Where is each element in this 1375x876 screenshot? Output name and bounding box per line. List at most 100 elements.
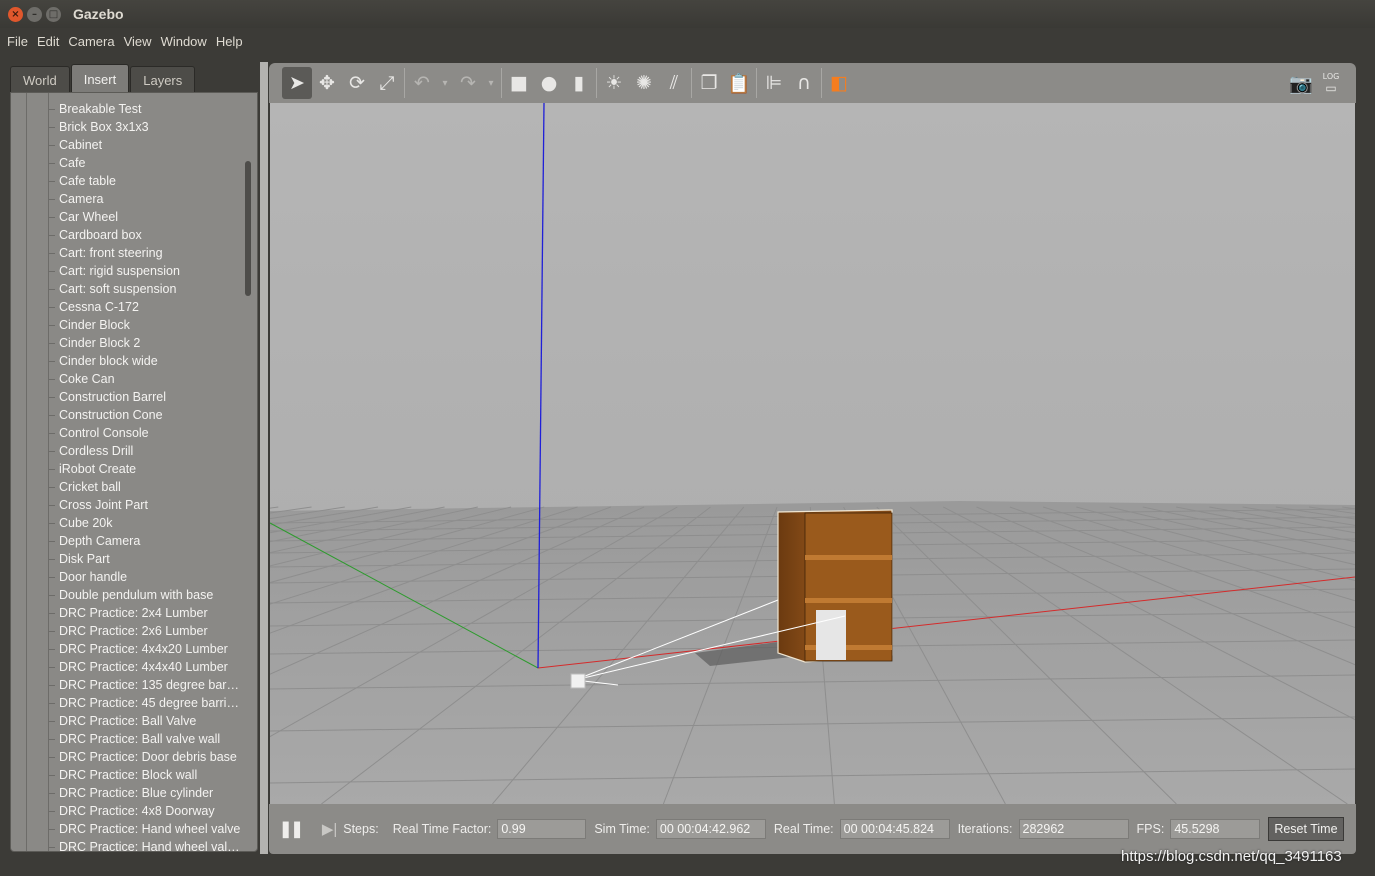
model-list-item[interactable]: Cart: front steering	[11, 244, 241, 262]
real-time-value: 00 00:04:45.824	[839, 819, 950, 839]
watermark: https://blog.csdn.net/qq_3491163	[1121, 848, 1342, 865]
model-list-item[interactable]: DRC Practice: 2x4 Lumber	[11, 604, 241, 622]
copy-icon[interactable]: ❐	[694, 67, 724, 99]
model-list[interactable]: Breakable Test Brick Box 3x1x3 Cabinet Cafe…	[10, 92, 258, 852]
rtf-value: 0.99	[497, 819, 587, 839]
redo-history-icon[interactable]: ▾	[483, 67, 499, 99]
model-list-item[interactable]: Disk Part	[11, 550, 241, 568]
model-list-item[interactable]: Cricket ball	[11, 478, 241, 496]
iterations-label: Iterations:	[957, 822, 1013, 836]
model-list-item[interactable]: DRC Practice: 2x6 Lumber	[11, 622, 241, 640]
translate-icon[interactable]: ✥	[312, 67, 342, 99]
model-list-item[interactable]: Construction Barrel	[11, 388, 241, 406]
model-list-item[interactable]: Cinder Block 2	[11, 334, 241, 352]
undo-icon[interactable]: ↶	[407, 67, 437, 99]
sim-time-label: Sim Time:	[594, 822, 650, 836]
log-icon[interactable]: LOG ▭	[1316, 67, 1346, 99]
redo-icon[interactable]: ↷	[453, 67, 483, 99]
model-list-item[interactable]: Camera	[11, 190, 241, 208]
model-list-item[interactable]: Cart: soft suspension	[11, 280, 241, 298]
model-list-item[interactable]: Cessna C-172	[11, 298, 241, 316]
model-list-item[interactable]: Cart: rigid suspension	[11, 262, 241, 280]
model-list-item[interactable]: DRC Practice: Door debris base	[11, 748, 241, 766]
model-list-item[interactable]: Door handle	[11, 568, 241, 586]
model-list-item[interactable]: DRC Practice: 45 degree barriers	[11, 694, 241, 712]
menu-view[interactable]: View	[124, 34, 152, 49]
reset-time-button[interactable]: Reset Time	[1268, 817, 1344, 841]
undo-history-icon[interactable]: ▾	[437, 67, 453, 99]
rtf-label: Real Time Factor:	[392, 822, 492, 836]
model-list-item[interactable]: Control Console	[11, 424, 241, 442]
menu-edit[interactable]: Edit	[37, 34, 59, 49]
model-list-item[interactable]: DRC Practice: 4x4x40 Lumber	[11, 658, 241, 676]
model-list-item[interactable]: Cordless Drill	[11, 442, 241, 460]
menu-help[interactable]: Help	[216, 34, 243, 49]
model-list-item[interactable]: DRC Practice: Blue cylinder	[11, 784, 241, 802]
tab-layers[interactable]: Layers	[130, 66, 196, 93]
minimize-window-button[interactable]: –	[27, 6, 42, 22]
fps-value: 45.5298	[1170, 819, 1261, 839]
view-angle-icon[interactable]: ◧	[824, 67, 854, 99]
model-list-item[interactable]: Cinder Block	[11, 316, 241, 334]
box-icon[interactable]: ■	[504, 67, 534, 99]
model-list-item[interactable]: Breakable Test	[11, 100, 241, 118]
model-list-item[interactable]: DRC Practice: Hand wheel valv…	[11, 838, 241, 851]
toolbar-separator	[404, 68, 405, 98]
3d-viewport[interactable]	[270, 103, 1355, 804]
rotate-icon[interactable]: ⟳	[342, 67, 372, 99]
model-list-item[interactable]: Construction Cone	[11, 406, 241, 424]
toolbar-separator	[501, 68, 502, 98]
scene-render	[270, 103, 1355, 804]
model-list-scrollbar[interactable]	[245, 161, 251, 296]
toolbar-separator	[596, 68, 597, 98]
model-list-item[interactable]: DRC Practice: Block wall	[11, 766, 241, 784]
window-title: Gazebo	[73, 6, 124, 22]
model-list-item[interactable]: Brick Box 3x1x3	[11, 118, 241, 136]
model-list-item[interactable]: Cafe	[11, 154, 241, 172]
step-icon[interactable]: ▶|	[322, 820, 337, 838]
tab-world[interactable]: World	[10, 66, 70, 93]
steps-label: Steps:	[343, 822, 379, 836]
model-list-item[interactable]: Coke Can	[11, 370, 241, 388]
model-list-item[interactable]: DRC Practice: Ball Valve	[11, 712, 241, 730]
menu-file[interactable]: File	[7, 34, 28, 49]
model-list-item[interactable]: Cafe table	[11, 172, 241, 190]
model-list-item[interactable]: Double pendulum with base	[11, 586, 241, 604]
magnet-snap-icon[interactable]: ∩	[789, 67, 819, 99]
model-list-item[interactable]: Depth Camera	[11, 532, 241, 550]
white-block	[816, 610, 846, 660]
model-list-item[interactable]: Cabinet	[11, 136, 241, 154]
cylinder-icon[interactable]: ▮	[564, 67, 594, 99]
model-list-item[interactable]: Cinder block wide	[11, 352, 241, 370]
model-list-item[interactable]: Cube 20k	[11, 514, 241, 532]
directional-light-icon[interactable]: ⫽	[659, 67, 689, 99]
align-icon[interactable]: ⊫	[759, 67, 789, 99]
model-list-item[interactable]: DRC Practice: 135 degree barri…	[11, 676, 241, 694]
model-list-item[interactable]: DRC Practice: Hand wheel valve	[11, 820, 241, 838]
scale-icon[interactable]: ⤢	[372, 67, 402, 99]
model-list-item[interactable]: Car Wheel	[11, 208, 241, 226]
paste-icon[interactable]: 📋	[724, 67, 754, 99]
scene-toolbar: ➤ ✥ ⟳ ⤢ ↶ ▾ ↷ ▾ ■ ● ▮ ☀ ✺ ⫽ ❐ 📋 ⊫ ∩ ◧ 📷 …	[269, 63, 1356, 103]
select-arrow-icon[interactable]: ➤	[282, 67, 312, 99]
real-time-label: Real Time:	[773, 822, 834, 836]
bookshelf-model	[777, 509, 893, 663]
model-list-item[interactable]: Cross Joint Part	[11, 496, 241, 514]
log-label: LOG	[1322, 71, 1340, 81]
tab-insert[interactable]: Insert	[70, 64, 130, 93]
pause-icon[interactable]: ❚❚	[279, 819, 304, 839]
spot-light-icon[interactable]: ✺	[629, 67, 659, 99]
close-window-button[interactable]: ×	[8, 6, 23, 22]
model-list-item[interactable]: DRC Practice: 4x4x20 Lumber	[11, 640, 241, 658]
model-list-item[interactable]: DRC Practice: Ball valve wall	[11, 730, 241, 748]
maximize-window-button[interactable]: □	[46, 6, 61, 22]
panel-splitter[interactable]	[260, 62, 268, 854]
sphere-icon[interactable]: ●	[534, 67, 564, 99]
menu-window[interactable]: Window	[161, 34, 207, 49]
menu-camera[interactable]: Camera	[68, 34, 114, 49]
model-list-item[interactable]: iRobot Create	[11, 460, 241, 478]
model-list-item[interactable]: DRC Practice: 4x8 Doorway	[11, 802, 241, 820]
point-light-icon[interactable]: ☀	[599, 67, 629, 99]
model-list-item[interactable]: Cardboard box	[11, 226, 241, 244]
screenshot-icon[interactable]: 📷	[1286, 67, 1316, 99]
